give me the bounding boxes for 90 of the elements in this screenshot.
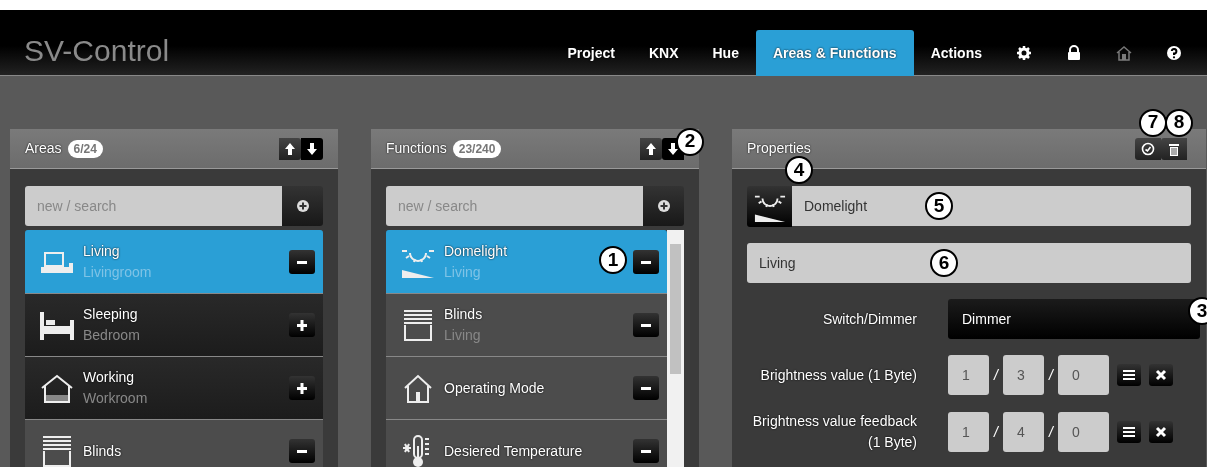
item-name: Sleeping bbox=[83, 305, 139, 324]
list-button[interactable] bbox=[1117, 364, 1141, 386]
nav-tab[interactable]: Hue bbox=[695, 30, 756, 76]
remove-button[interactable] bbox=[289, 250, 315, 274]
callout-marker: 3 bbox=[1188, 297, 1207, 325]
address-field[interactable]: 3 bbox=[1003, 355, 1044, 395]
nav-tab[interactable]: KNX bbox=[631, 30, 696, 76]
callout-marker: 4 bbox=[785, 156, 813, 184]
add-button[interactable] bbox=[289, 376, 315, 400]
separator: / bbox=[1047, 365, 1055, 385]
sort-up-button[interactable] bbox=[279, 137, 301, 160]
callout-marker: 2 bbox=[676, 127, 704, 156]
sort-up-button[interactable] bbox=[640, 137, 662, 160]
count-badge: 23/240 bbox=[452, 139, 502, 158]
item-room: Living bbox=[444, 326, 482, 345]
clear-button[interactable] bbox=[1149, 421, 1173, 443]
settings-icon bbox=[1016, 45, 1032, 61]
scrollbar[interactable] bbox=[667, 230, 684, 467]
remove-button[interactable] bbox=[633, 376, 659, 400]
separator: / bbox=[1047, 422, 1055, 442]
field-label: Switch/Dimmer bbox=[821, 309, 917, 329]
list-icon bbox=[1122, 426, 1136, 438]
plus-icon bbox=[295, 318, 309, 332]
item-name: Blinds bbox=[444, 305, 483, 324]
properties-title: Properties bbox=[747, 139, 811, 158]
search-field[interactable]: new / search bbox=[386, 186, 643, 226]
list-item[interactable]: Sleeping Bedroom bbox=[25, 293, 323, 356]
clear-button[interactable] bbox=[1149, 364, 1173, 386]
callout-marker: 1 bbox=[599, 246, 627, 274]
up-arrow-icon bbox=[645, 141, 657, 156]
separator: / bbox=[992, 365, 1000, 385]
plus-icon bbox=[295, 381, 309, 395]
item-name: Working bbox=[83, 368, 136, 387]
item-room: Living bbox=[444, 263, 482, 282]
list-item[interactable]: Blinds bbox=[25, 419, 323, 467]
functions-title: Functions bbox=[386, 139, 447, 158]
address-field[interactable]: 1 bbox=[948, 355, 989, 395]
field-label: Brightness value feedback (1 Byte) bbox=[751, 412, 917, 452]
list-item[interactable]: Desiered Temperature bbox=[386, 419, 667, 467]
list-button[interactable] bbox=[1117, 421, 1141, 443]
list-item[interactable]: Working Workroom bbox=[25, 356, 323, 419]
check-button[interactable] bbox=[1135, 137, 1161, 160]
remove-button[interactable] bbox=[633, 250, 659, 274]
down-arrow-icon bbox=[306, 141, 318, 156]
nav-tab[interactable]: Project bbox=[550, 30, 632, 76]
delete-button[interactable] bbox=[1161, 137, 1187, 160]
callout-marker: 7 bbox=[1139, 108, 1167, 137]
home-icon bbox=[1116, 45, 1132, 61]
lock-icon bbox=[1066, 45, 1082, 61]
list-item[interactable]: Operating Mode bbox=[386, 356, 667, 419]
icon-button[interactable] bbox=[747, 186, 792, 227]
add-button[interactable] bbox=[289, 313, 315, 337]
remove-button[interactable] bbox=[633, 439, 659, 463]
address-field[interactable]: 0 bbox=[1058, 412, 1109, 452]
field-label: Brightness value (1 Byte) bbox=[759, 365, 917, 385]
down-arrow-icon bbox=[667, 141, 679, 156]
callout-marker: 8 bbox=[1165, 108, 1193, 137]
add-button[interactable] bbox=[282, 186, 323, 226]
list-item[interactable]: Blinds Living bbox=[386, 293, 667, 356]
remove-button[interactable] bbox=[633, 313, 659, 337]
up-arrow-icon bbox=[284, 141, 296, 156]
sort-down-button[interactable] bbox=[301, 137, 323, 160]
address-field[interactable]: 0 bbox=[1058, 355, 1109, 395]
areas-title: Areas bbox=[25, 139, 62, 158]
item-room: Bedroom bbox=[83, 326, 140, 345]
item-room: Livingroom bbox=[83, 263, 152, 282]
list-item[interactable]: Domelight Living 1 bbox=[386, 230, 667, 293]
count-badge: 6/24 bbox=[67, 139, 103, 158]
trash-icon bbox=[1167, 141, 1181, 156]
nav-tab[interactable]: Actions bbox=[913, 30, 999, 76]
item-name: Living bbox=[83, 242, 121, 261]
separator: / bbox=[992, 422, 1000, 442]
close-icon bbox=[1155, 426, 1167, 438]
list-icon bbox=[1122, 369, 1136, 381]
add-button[interactable] bbox=[643, 186, 684, 226]
app-title: SV-Control bbox=[24, 33, 170, 69]
help-icon bbox=[1166, 45, 1182, 61]
search-field[interactable]: new / search bbox=[25, 186, 282, 226]
address-field[interactable]: 4 bbox=[1003, 412, 1044, 452]
plus-circle-icon bbox=[295, 199, 310, 213]
item-name: Blinds bbox=[83, 441, 122, 461]
item-name: Operating Mode bbox=[444, 378, 545, 398]
check-circle-icon bbox=[1141, 141, 1155, 156]
address-field[interactable]: 1 bbox=[948, 412, 989, 452]
item-name: Desiered Temperature bbox=[444, 441, 583, 461]
close-icon bbox=[1155, 369, 1167, 381]
item-name: Domelight bbox=[444, 242, 508, 261]
remove-button[interactable] bbox=[289, 439, 315, 463]
plus-circle-icon bbox=[656, 199, 671, 213]
item-room: Workroom bbox=[83, 389, 148, 408]
